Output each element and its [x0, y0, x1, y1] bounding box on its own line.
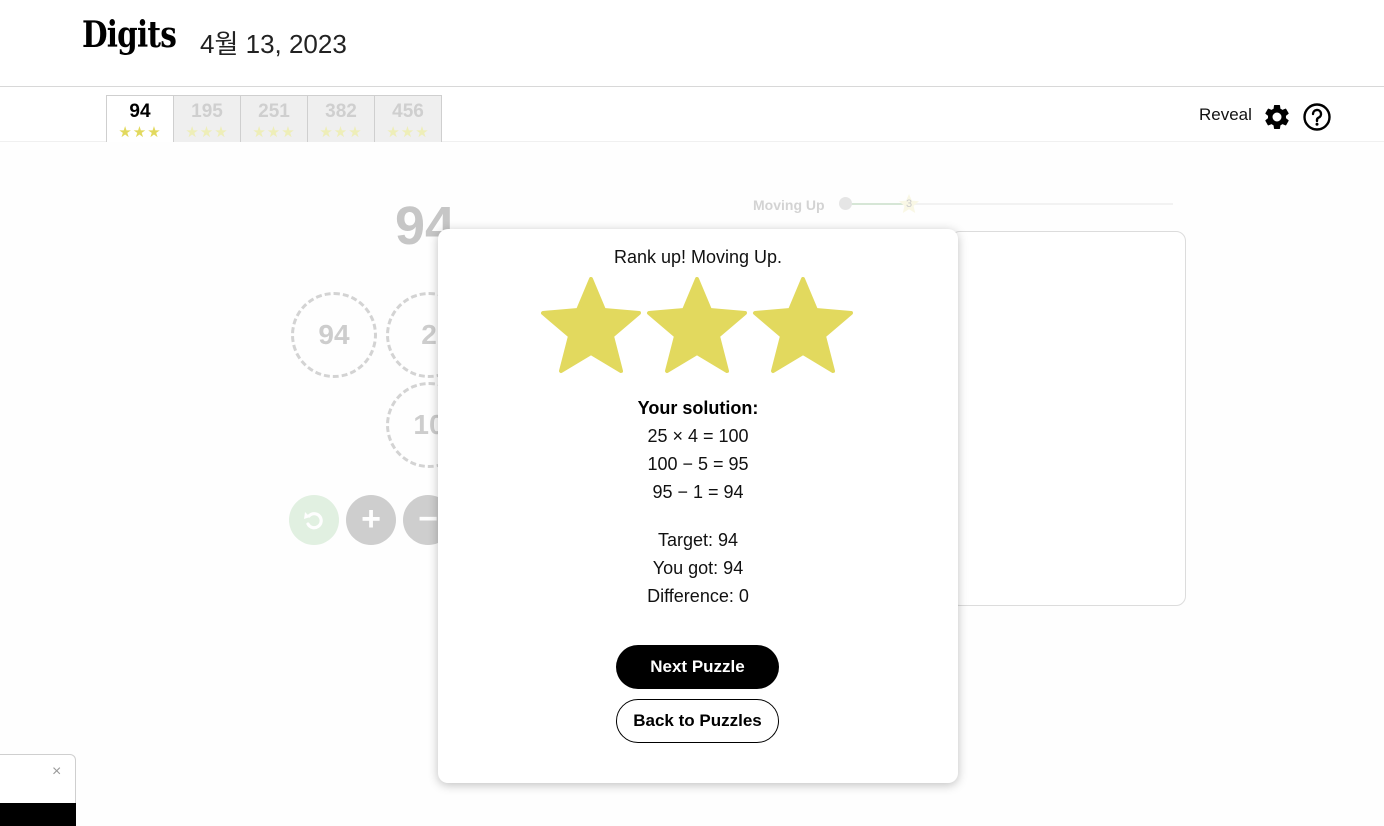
question-circle-icon[interactable] — [1302, 102, 1332, 132]
back-to-puzzles-button[interactable]: Back to Puzzles — [616, 699, 779, 743]
target-result: Target: 94 — [657, 530, 739, 550]
tab-star-rating: ★★★ — [319, 124, 363, 141]
rank-progress-star: 3 — [897, 192, 921, 216]
star-icon — [753, 277, 853, 373]
puzzle-date: 4월 13, 2023 — [200, 29, 347, 59]
plus-icon: + — [361, 500, 381, 538]
solution-step: 100 − 5 = 95 — [647, 454, 749, 474]
puzzle-tabs: 94 ★★★ 195 ★★★ 251 ★★★ 382 ★★★ 456 ★★★ — [106, 95, 442, 142]
puzzle-tab-1[interactable]: 94 ★★★ — [106, 95, 174, 142]
star-rating — [541, 277, 853, 373]
app-logo[interactable]: Digits — [82, 14, 177, 56]
solution-step: 95 − 1 = 94 — [652, 482, 744, 502]
minus-icon: − — [418, 500, 438, 538]
solution-panel — [950, 231, 1186, 606]
next-puzzle-button[interactable]: Next Puzzle — [616, 645, 779, 689]
number-tile[interactable]: 94 — [291, 292, 377, 378]
rank-message: Rank up! Moving Up. — [613, 247, 783, 267]
rank-progress-dot — [839, 197, 852, 210]
gear-icon[interactable] — [1262, 102, 1292, 132]
puzzle-tab-2[interactable]: 195 ★★★ — [173, 95, 241, 142]
solution-title: Your solution: — [637, 398, 759, 418]
tab-star-rating: ★★★ — [252, 124, 296, 141]
undo-button[interactable] — [289, 495, 339, 545]
star-icon — [647, 277, 747, 373]
tab-target-number: 251 — [258, 101, 290, 122]
tab-target-number: 456 — [392, 101, 424, 122]
toast-footer-bar — [0, 803, 76, 826]
puzzle-tab-4[interactable]: 382 ★★★ — [307, 95, 375, 142]
result-modal: Rank up! Moving Up. Your solution: 25 × … — [438, 229, 958, 783]
tab-star-rating: ★★★ — [185, 124, 229, 141]
tab-target-number: 94 — [129, 101, 151, 122]
tab-star-rating: ★★★ — [386, 124, 430, 141]
tab-star-rating: ★★★ — [118, 124, 162, 141]
puzzle-tab-bar: 94 ★★★ 195 ★★★ 251 ★★★ 382 ★★★ 456 ★★★ R… — [0, 88, 1384, 142]
solution-step: 25 × 4 = 100 — [647, 426, 749, 446]
app-header: Digits 4월 13, 2023 — [0, 0, 1384, 87]
got-result: You got: 94 — [652, 558, 744, 578]
star-icon — [541, 277, 641, 373]
tab-target-number: 382 — [325, 101, 357, 122]
reveal-button[interactable]: Reveal — [1199, 105, 1252, 125]
tab-target-number: 195 — [191, 101, 223, 122]
difference-result: Difference: 0 — [647, 586, 749, 606]
plus-button[interactable]: + — [346, 495, 396, 545]
undo-icon — [304, 512, 323, 530]
rank-progress-number: 3 — [905, 198, 913, 210]
puzzle-tab-5[interactable]: 456 ★★★ — [374, 95, 442, 142]
rank-progress-label: Moving Up — [753, 197, 825, 213]
close-icon[interactable]: × — [52, 763, 61, 781]
puzzle-tab-3[interactable]: 251 ★★★ — [240, 95, 308, 142]
